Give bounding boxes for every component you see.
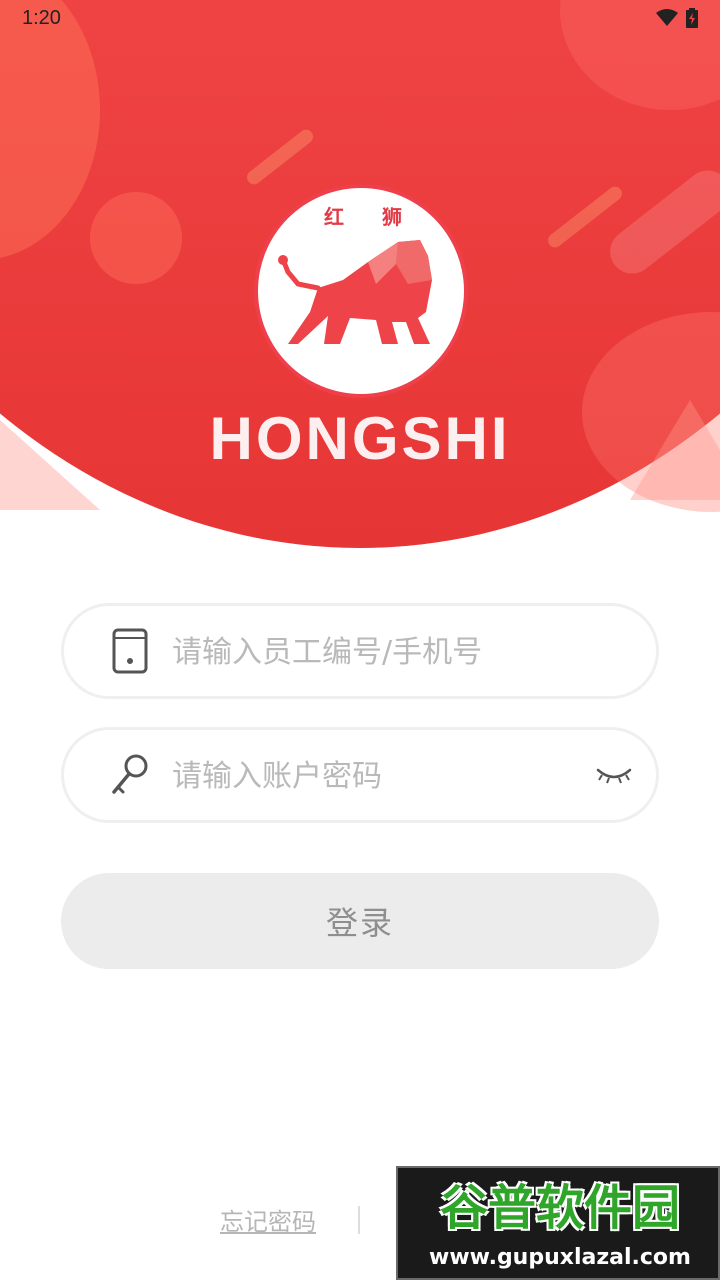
password-input[interactable]: [172, 748, 572, 804]
watermark-title: 谷普软件园: [439, 1180, 680, 1236]
login-button[interactable]: 登录: [61, 873, 659, 969]
password-field[interactable]: [61, 727, 659, 823]
account-input[interactable]: [172, 624, 572, 680]
eye-closed-icon[interactable]: [594, 760, 634, 790]
app-logo: 红 狮: [258, 188, 464, 394]
watermark: 谷普软件园 www.gupuxlazal.com: [396, 1166, 720, 1280]
status-time: 1:20: [22, 6, 61, 29]
lion-icon: [278, 240, 432, 344]
watermark-url: www.gupuxlazal.com: [429, 1245, 691, 1270]
status-bar: 1:20: [0, 0, 720, 36]
battery-charging-icon: [686, 8, 698, 28]
account-field[interactable]: [61, 603, 659, 699]
lion-logo-icon: 红 狮: [278, 205, 432, 344]
footer-divider: [358, 1206, 360, 1234]
key-icon: [112, 754, 148, 794]
phone-icon: [112, 628, 148, 674]
header-banner: 红 狮 HONGSHI: [0, 0, 720, 548]
decor-circle: [90, 192, 182, 284]
wifi-icon: [656, 9, 678, 26]
logo-char-left: 红: [324, 205, 344, 229]
brand-name: HONGSHI: [209, 405, 511, 472]
forgot-password-link[interactable]: 忘记密码: [220, 1202, 316, 1237]
logo-char-right: 狮: [382, 205, 402, 229]
status-icons: [656, 8, 698, 28]
